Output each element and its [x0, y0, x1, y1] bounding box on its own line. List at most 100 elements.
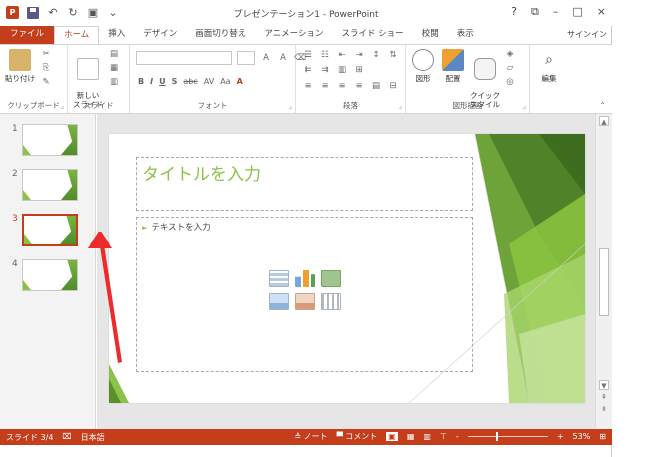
indent-icon[interactable]: ⇉	[319, 65, 331, 75]
next-slide-icon[interactable]: ⇟	[599, 404, 609, 414]
tab-slideshow[interactable]: スライド ショー	[332, 26, 412, 44]
numbering-icon[interactable]: ☷	[319, 50, 331, 60]
paste-button[interactable]: 貼り付け	[4, 49, 36, 84]
tab-transitions[interactable]: 画面切り替え	[186, 26, 255, 44]
scroll-up-icon[interactable]: ▲	[599, 116, 609, 126]
language-indicator[interactable]: 日本語	[81, 432, 105, 443]
comments-button[interactable]: ▀ コメント	[337, 431, 378, 442]
slide-sorter-icon[interactable]: ▦	[407, 432, 415, 441]
bold-button[interactable]: B	[138, 77, 144, 86]
tab-home[interactable]: ホーム	[54, 26, 100, 44]
section-icon[interactable]: ▥	[108, 77, 120, 87]
text-direction-icon[interactable]: ⇅	[387, 50, 399, 60]
shape-fill-icon[interactable]: ◈	[504, 49, 516, 59]
drawing-launcher-icon[interactable]: ⌟	[523, 102, 526, 110]
align-left-icon[interactable]: ≡	[302, 81, 314, 91]
scroll-down-icon[interactable]: ▼	[599, 380, 609, 390]
shadow-button[interactable]: S	[172, 77, 178, 86]
zoom-level[interactable]: 53%	[573, 432, 591, 441]
close-button[interactable]: ×	[597, 5, 606, 19]
font-launcher-icon[interactable]: ⌟	[289, 102, 292, 110]
vertical-scrollbar[interactable]: ▲ ▼ ⇞ ⇟	[595, 114, 612, 429]
zoom-in-button[interactable]: +	[557, 432, 564, 441]
comments-label: コメント	[345, 432, 378, 441]
fit-slide-icon[interactable]: ⊞	[599, 432, 606, 441]
shapes-label: 図形	[415, 74, 431, 83]
slide-number: 2	[12, 169, 18, 179]
reset-icon[interactable]: ▦	[108, 63, 120, 73]
slide-thumbnail-image	[22, 124, 78, 156]
copy-icon[interactable]: ⎘	[40, 63, 52, 73]
font-color-button[interactable]: A	[237, 77, 243, 86]
ribbon-display-options-button[interactable]: ⧉	[531, 5, 539, 19]
tab-view[interactable]: 表示	[448, 26, 483, 44]
previous-slide-icon[interactable]: ⇞	[599, 392, 609, 402]
shape-outline-icon[interactable]: ▱	[504, 63, 516, 73]
insert-smartart-icon[interactable]	[321, 270, 341, 287]
reading-view-icon[interactable]: ▥	[423, 432, 431, 441]
slide-thumbnail-image	[22, 169, 78, 201]
format-painter-icon[interactable]: ✎	[40, 77, 52, 87]
drawing-small-buttons: ◈ ▱ ◎	[504, 49, 516, 87]
normal-view-icon[interactable]: ▣	[386, 432, 398, 441]
tab-animations[interactable]: アニメーション	[255, 26, 332, 44]
slideshow-view-icon[interactable]: ⊤	[440, 432, 447, 441]
smartart-icon[interactable]: ⊟	[387, 81, 399, 91]
strikethrough-button[interactable]: abc	[183, 77, 197, 86]
grow-font-icon[interactable]: A	[260, 53, 272, 63]
insert-chart-icon[interactable]	[295, 270, 315, 287]
line-spacing-icon[interactable]: ↕	[370, 50, 382, 60]
layout-icon[interactable]: ▤	[108, 49, 120, 59]
outdent-icon[interactable]: ⇇	[302, 65, 314, 75]
shrink-font-icon[interactable]: A	[277, 53, 289, 63]
insert-picture-icon[interactable]	[269, 293, 289, 310]
insert-online-picture-icon[interactable]	[295, 293, 315, 310]
content-placeholder-text: テキストを入力	[151, 223, 211, 233]
shapes-icon	[412, 49, 434, 71]
align-center-icon[interactable]: ≡	[319, 81, 331, 91]
sign-in-link[interactable]: サインイン	[567, 29, 607, 40]
underline-button[interactable]: U	[159, 77, 166, 86]
tab-review[interactable]: 校閲	[413, 26, 448, 44]
zoom-slider[interactable]	[467, 432, 548, 441]
maximize-button[interactable]: □	[572, 5, 582, 19]
tab-insert[interactable]: 挿入	[99, 26, 134, 44]
change-case-button[interactable]: Aa	[220, 77, 230, 86]
bullets-icon[interactable]: ☰	[302, 50, 314, 60]
insert-table-icon[interactable]	[269, 270, 289, 287]
slide-number: 1	[12, 124, 18, 134]
help-button[interactable]: ?	[511, 5, 517, 19]
font-name-combo[interactable]	[136, 51, 232, 65]
minimize-button[interactable]: –	[553, 5, 559, 19]
arrange-button[interactable]: 配置	[440, 49, 466, 84]
content-placeholder[interactable]: ► テキストを入力	[136, 217, 473, 372]
cut-icon[interactable]: ✂	[40, 49, 52, 59]
scroll-thumb[interactable]	[599, 248, 609, 316]
justify-icon[interactable]: ≡	[353, 81, 365, 91]
align-text-icon[interactable]: ⊞	[353, 65, 365, 75]
columns-icon[interactable]: ▥	[336, 65, 348, 75]
collapse-ribbon-icon[interactable]: ⌃	[599, 101, 606, 110]
distributed-icon[interactable]: ▤	[370, 81, 382, 91]
decrease-indent-icon[interactable]: ⇤	[336, 50, 348, 60]
notes-button[interactable]: ≙ ノート	[294, 431, 327, 442]
editing-button[interactable]: ⌕ 編集	[534, 49, 564, 84]
content-placeholder-bullet: ► テキストを入力	[142, 221, 211, 233]
tab-file[interactable]: ファイル	[0, 26, 55, 44]
paragraph-launcher-icon[interactable]: ⌟	[399, 102, 402, 110]
font-size-combo[interactable]	[237, 51, 255, 65]
title-placeholder[interactable]: タイトルを入力	[136, 157, 473, 211]
italic-button[interactable]: I	[150, 77, 153, 86]
tab-design[interactable]: デザイン	[134, 26, 186, 44]
char-spacing-button[interactable]: AV	[204, 77, 214, 86]
align-right-icon[interactable]: ≡	[336, 81, 348, 91]
insert-video-icon[interactable]	[321, 293, 341, 310]
group-label-paragraph: 段落	[343, 101, 358, 110]
spelling-check-icon[interactable]: ⌧	[62, 432, 71, 443]
increase-indent-icon[interactable]: ⇥	[353, 50, 365, 60]
zoom-out-button[interactable]: -	[456, 432, 459, 441]
shapes-button[interactable]: 図形	[410, 49, 436, 84]
shape-effects-icon[interactable]: ◎	[504, 77, 516, 87]
clipboard-small-buttons: ✂ ⎘ ✎	[40, 49, 52, 87]
clipboard-launcher-icon[interactable]: ⌟	[61, 102, 64, 110]
